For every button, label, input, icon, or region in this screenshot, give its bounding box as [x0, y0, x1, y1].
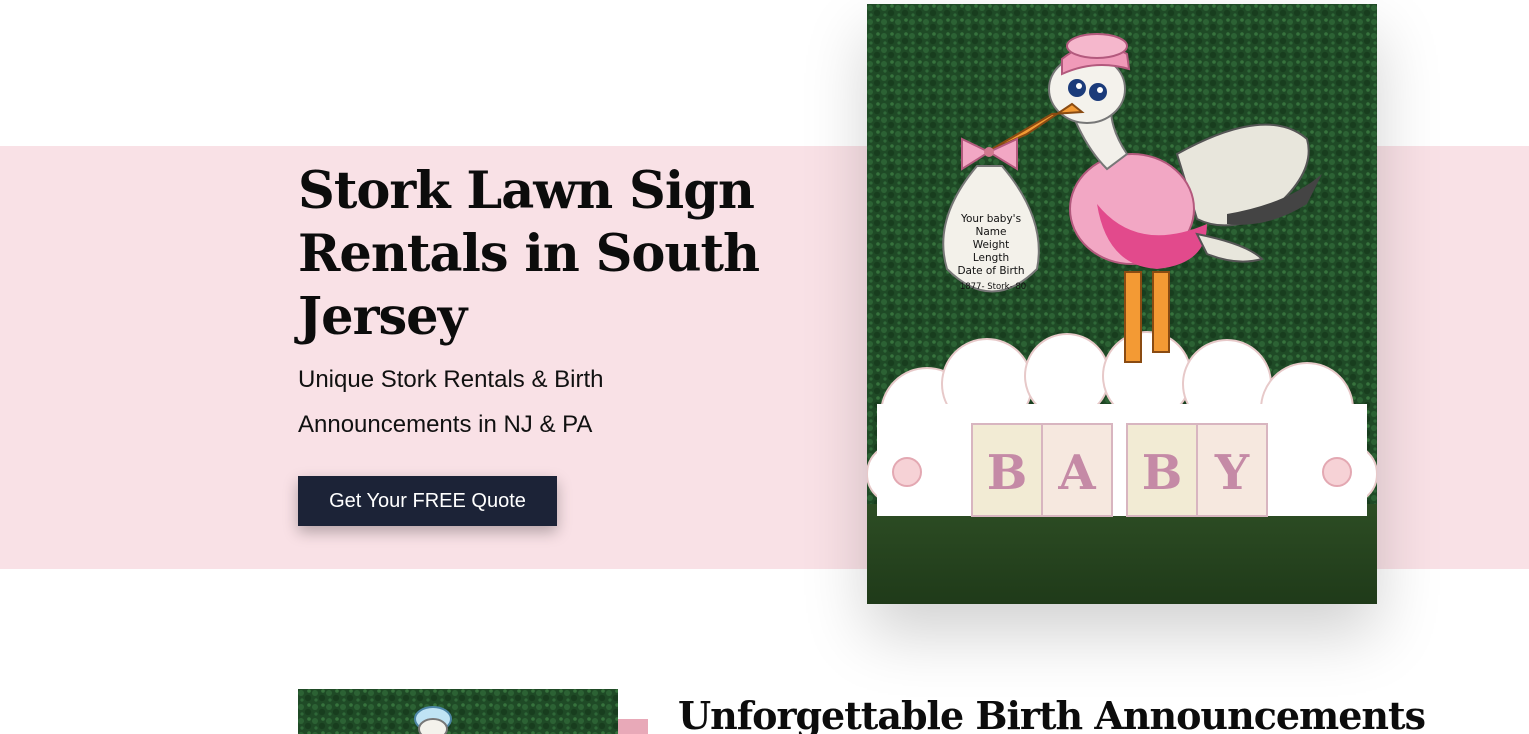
block-letter: A: [1057, 445, 1096, 501]
hero-subtitle: Unique Stork Rentals & Birth Announcemen…: [298, 366, 604, 438]
block-letter: Y: [1214, 445, 1250, 501]
stork-thumbnail-image: [298, 689, 618, 734]
bag-line: Name: [976, 226, 1007, 238]
block-letter: B: [1142, 445, 1183, 501]
accent-block: [618, 719, 648, 734]
bag-line: 1877- Stork- 80: [960, 282, 1026, 292]
hero-title: Stork Lawn Sign Rentals in South Jersey: [298, 161, 760, 347]
bag-line: Date of Birth: [957, 265, 1024, 277]
page: Stork Lawn Sign Rentals in South Jersey …: [0, 0, 1529, 734]
bag-line: Your baby's: [960, 213, 1021, 225]
free-quote-button[interactable]: Get Your FREE Quote: [298, 476, 557, 526]
block-letter: B: [987, 445, 1028, 501]
bag-line: Length: [973, 252, 1009, 264]
bag-line: Weight: [973, 239, 1010, 251]
stork-sign-image: Your baby's Name Weight Length Date of B…: [867, 4, 1377, 604]
section-heading: Unforgettable Birth Announcements: [678, 693, 1426, 734]
